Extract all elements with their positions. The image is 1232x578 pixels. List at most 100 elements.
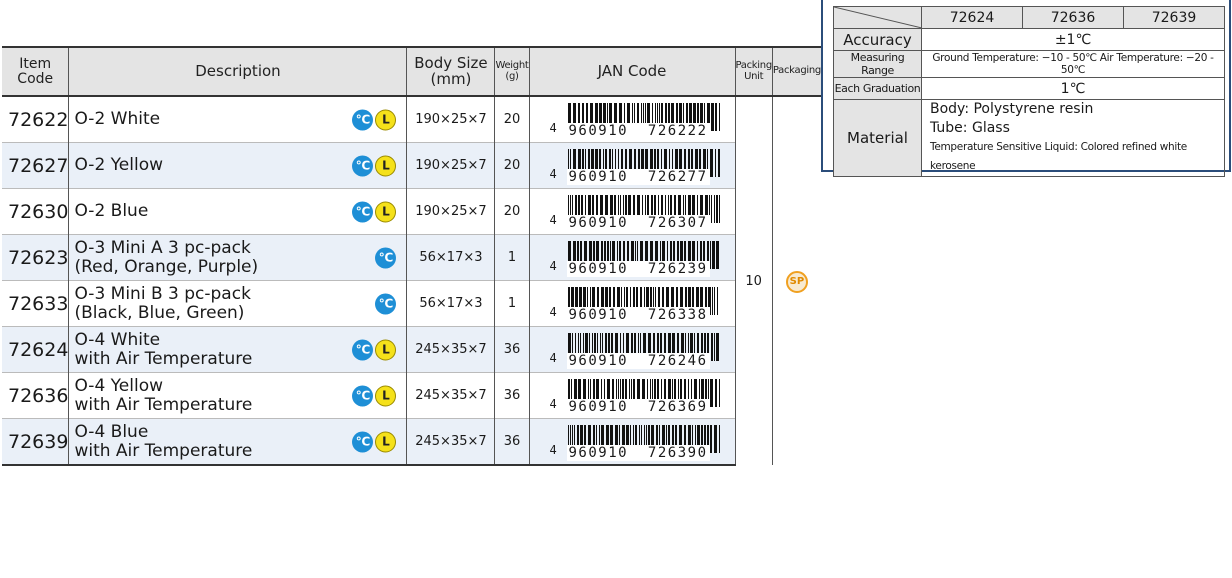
feature-icons: ℃ xyxy=(375,247,397,268)
jan-code-cell: 4 960910 726369 xyxy=(528,372,735,419)
l-badge-icon: L xyxy=(375,109,397,130)
barcode-digits: 960910 726338 xyxy=(566,307,710,323)
table-row: 72639 O-4 Blue with Air Temperature ℃ L 2… xyxy=(2,418,821,466)
weight: 20 xyxy=(494,95,529,143)
weight: 36 xyxy=(494,418,529,466)
barcode-digits: 960910 726246 xyxy=(566,353,710,369)
table-row: 72633 O-3 Mini B 3 pc-pack (Black, Blue,… xyxy=(2,280,821,327)
sp-packaging-icon: SP xyxy=(785,270,808,293)
body-size: 245×35×7 xyxy=(406,326,495,373)
header-description: Description xyxy=(68,46,407,97)
table-row: 72630 O-2 Blue ℃ L 190×25×7 20 4 960910 7… xyxy=(2,188,821,235)
weight: 36 xyxy=(494,372,529,419)
description-cell: O-2 Yellow ℃ L xyxy=(68,142,407,189)
barcode: 4 960910 726277 xyxy=(549,149,720,185)
body-size: 245×35×7 xyxy=(406,418,495,466)
jan-code-cell: 4 960910 726277 xyxy=(528,142,735,189)
feature-icons: ℃ L xyxy=(352,431,397,452)
barcode: 4 960910 726369 xyxy=(549,379,720,415)
description-cell: O-4 Yellow with Air Temperature ℃ L xyxy=(68,372,407,419)
barcode: 4 960910 726239 xyxy=(549,241,720,277)
barcode-digits: 960910 726369 xyxy=(566,399,710,415)
item-code: 72639 xyxy=(2,418,69,466)
body-size: 190×25×7 xyxy=(406,95,495,143)
description-line2: (Black, Blue, Green) xyxy=(74,302,245,323)
barcode-digits: 960910 726239 xyxy=(566,261,710,277)
spec-panel: 72624 72636 72639 Accuracy ±1℃ Measuring… xyxy=(821,0,1231,177)
barcode-lead-digit: 4 xyxy=(549,121,557,135)
jan-code-cell: 4 960910 726239 xyxy=(528,234,735,281)
weight: 20 xyxy=(494,142,529,189)
barcode-lead-digit: 4 xyxy=(549,259,557,273)
packing-unit: 10 xyxy=(734,95,773,465)
material-body: Body: Polystyrene resin xyxy=(930,101,1094,117)
barcode-lead-digit: 4 xyxy=(549,397,557,411)
celsius-icon: ℃ xyxy=(352,109,374,130)
description-cell: O-3 Mini B 3 pc-pack (Black, Blue, Green… xyxy=(68,280,407,327)
description-line2: (Red, Orange, Purple) xyxy=(74,256,259,277)
table-row: 72636 O-4 Yellow with Air Temperature ℃ L… xyxy=(2,372,821,419)
header-packing-unit: Packing Unit xyxy=(734,46,773,97)
barcode: 4 960910 726307 xyxy=(549,195,720,231)
description-cell: O-2 Blue ℃ L xyxy=(68,188,407,235)
description-cell: O-3 Mini A 3 pc-pack (Red, Orange, Purpl… xyxy=(68,234,407,281)
jan-code-cell: 4 960910 726390 xyxy=(528,418,735,466)
barcode-lead-digit: 4 xyxy=(549,351,557,365)
measuring-range-value: Ground Temperature: −10 - 50℃ Air Temper… xyxy=(921,50,1225,78)
graduation-value: 1℃ xyxy=(921,77,1225,100)
body-size: 56×17×3 xyxy=(406,280,495,327)
table-row: 72624 O-4 White with Air Temperature ℃ L … xyxy=(2,326,821,373)
feature-icons: ℃ L xyxy=(352,201,397,222)
item-code: 72636 xyxy=(2,372,69,419)
jan-code-cell: 4 960910 726338 xyxy=(528,280,735,327)
l-badge-icon: L xyxy=(375,155,397,176)
measuring-range-label: Measuring Range xyxy=(833,50,922,78)
celsius-icon: ℃ xyxy=(352,431,374,452)
item-code: 72622 xyxy=(2,95,69,143)
description-cell: O-2 White ℃ L xyxy=(68,95,407,143)
jan-code-cell: 4 960910 726222 xyxy=(528,95,735,143)
weight: 20 xyxy=(494,188,529,235)
weight: 36 xyxy=(494,326,529,373)
jan-code-cell: 4 960910 726246 xyxy=(528,326,735,373)
barcode-lead-digit: 4 xyxy=(549,305,557,319)
weight: 1 xyxy=(494,234,529,281)
weight: 1 xyxy=(494,280,529,327)
body-size: 190×25×7 xyxy=(406,188,495,235)
l-badge-icon: L xyxy=(375,385,397,406)
description-line1: O-3 Mini A 3 pc-pack xyxy=(74,237,251,258)
celsius-icon: ℃ xyxy=(375,293,397,314)
l-badge-icon: L xyxy=(375,201,397,222)
header-item-code: Item Code xyxy=(2,46,69,97)
barcode: 4 960910 726390 xyxy=(549,425,720,461)
header-weight: Weight (g) xyxy=(494,46,529,97)
celsius-icon: ℃ xyxy=(352,339,374,360)
barcode-lead-digit: 4 xyxy=(549,443,557,457)
description-cell: O-4 White with Air Temperature ℃ L xyxy=(68,326,407,373)
barcode-lead-digit: 4 xyxy=(549,213,557,227)
spec-corner-cell xyxy=(833,6,922,29)
item-code: 72627 xyxy=(2,142,69,189)
feature-icons: ℃ xyxy=(375,293,397,314)
header-packaging: Packaging xyxy=(771,46,821,97)
item-code: 72633 xyxy=(2,280,69,327)
celsius-icon: ℃ xyxy=(352,385,374,406)
body-size: 190×25×7 xyxy=(406,142,495,189)
barcode-digits: 960910 726277 xyxy=(566,169,710,185)
accuracy-label: Accuracy xyxy=(833,28,922,51)
feature-icons: ℃ L xyxy=(352,339,397,360)
material-liquid: Temperature Sensitive Liquid: Colored re… xyxy=(930,141,1187,172)
accuracy-value: ±1℃ xyxy=(921,28,1225,51)
l-badge-icon: L xyxy=(375,339,397,360)
l-badge-icon: L xyxy=(375,431,397,452)
barcode: 4 960910 726222 xyxy=(549,103,720,139)
spec-table: 72624 72636 72639 Accuracy ±1℃ Measuring… xyxy=(833,6,1225,177)
barcode-digits: 960910 726390 xyxy=(566,445,710,461)
header-body-size: Body Size (mm) xyxy=(406,46,495,97)
table-row: 72623 O-3 Mini A 3 pc-pack (Red, Orange,… xyxy=(2,234,821,281)
header-jan-code: JAN Code xyxy=(528,46,735,97)
feature-icons: ℃ L xyxy=(352,109,397,130)
barcode-lead-digit: 4 xyxy=(549,167,557,181)
celsius-icon: ℃ xyxy=(352,201,374,222)
body-size: 56×17×3 xyxy=(406,234,495,281)
